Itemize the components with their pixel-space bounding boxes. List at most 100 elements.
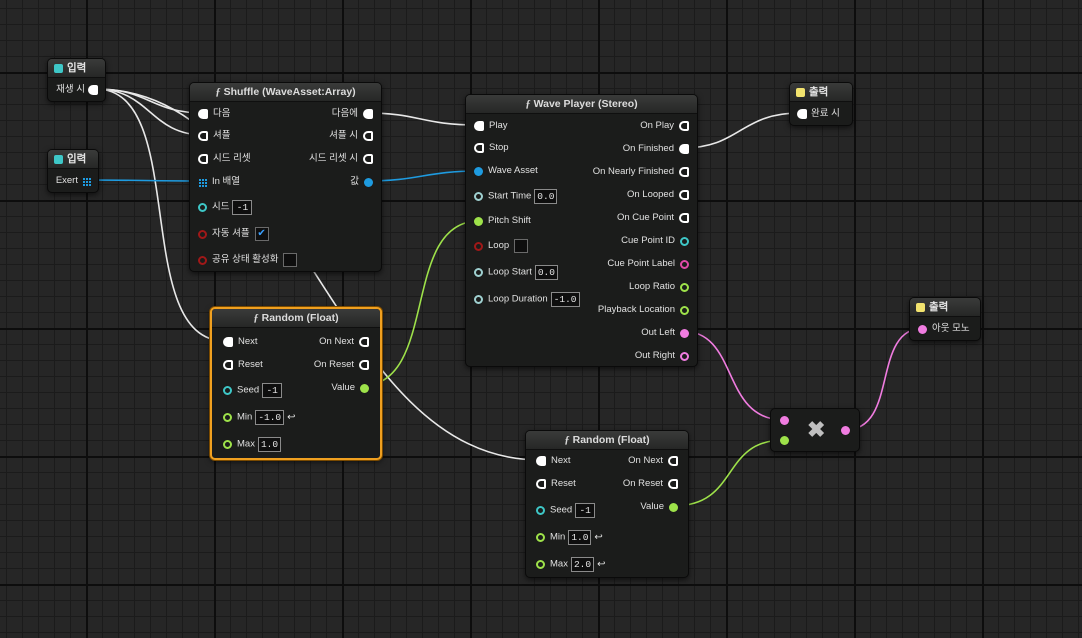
bool-pin-icon[interactable] bbox=[198, 229, 207, 239]
pin-r2-min[interactable]: Min 1.0 ↩ bbox=[536, 530, 603, 545]
exec-pin-icon[interactable] bbox=[359, 360, 369, 370]
pin-r1-seed[interactable]: Seed -1 bbox=[223, 383, 283, 398]
float-pin-icon[interactable] bbox=[223, 440, 232, 449]
pin-r2-max[interactable]: Max 2.0 ↩ bbox=[536, 557, 605, 572]
pin-shuffle-auto[interactable]: 자동 셔플 ✔ bbox=[198, 227, 269, 241]
exec-pin-icon[interactable] bbox=[88, 85, 98, 95]
pin-shuffle-next[interactable]: 다음 bbox=[198, 108, 230, 121]
pin-exert[interactable]: Exert bbox=[56, 175, 91, 188]
pin-multiply-b[interactable] bbox=[780, 435, 794, 447]
exec-pin-icon[interactable] bbox=[223, 337, 233, 347]
pin-r1-on-next[interactable]: On Next bbox=[319, 336, 369, 349]
shuffle-node[interactable]: ƒ Shuffle (WaveAsset:Array) 다음 셔플 시드 리셋 I… bbox=[189, 82, 382, 272]
reset-default-icon[interactable]: ↩ bbox=[597, 559, 605, 571]
float-pin-icon[interactable] bbox=[680, 282, 689, 292]
input-node-play[interactable]: 입력 재생 시 bbox=[47, 58, 106, 102]
exec-pin-icon[interactable] bbox=[198, 109, 208, 119]
exec-pin-icon[interactable] bbox=[668, 479, 678, 489]
seed-field[interactable]: -1 bbox=[232, 200, 253, 215]
pin-wp-out-left[interactable]: Out Left bbox=[641, 327, 689, 340]
float-pin-icon[interactable] bbox=[360, 383, 369, 393]
exec-pin-icon[interactable] bbox=[223, 360, 233, 370]
pin-wp-loop-start[interactable]: Loop Start 0.0 bbox=[474, 265, 558, 280]
audio-pin-icon[interactable] bbox=[841, 425, 850, 435]
pin-r1-reset[interactable]: Reset bbox=[223, 359, 263, 372]
seed-field[interactable]: -1 bbox=[262, 383, 283, 398]
pin-r2-on-reset[interactable]: On Reset bbox=[623, 478, 678, 491]
pin-r2-next[interactable]: Next bbox=[536, 455, 571, 468]
exec-pin-icon[interactable] bbox=[363, 109, 373, 119]
pin-multiply-out[interactable] bbox=[836, 425, 850, 437]
array-pin-icon[interactable] bbox=[82, 176, 91, 186]
pin-r2-reset[interactable]: Reset bbox=[536, 478, 576, 491]
audio-pin-icon[interactable] bbox=[780, 415, 789, 425]
pin-wp-playback-location[interactable]: Playback Location bbox=[598, 304, 689, 317]
pin-shuffle-shuffle[interactable]: 셔플 bbox=[198, 130, 230, 143]
pin-shuffle-on-reset-seed[interactable]: 시드 리셋 시 bbox=[309, 153, 373, 166]
pin-wp-on-finished[interactable]: On Finished bbox=[623, 143, 689, 156]
pin-output-finished[interactable]: 완료 시 bbox=[797, 108, 840, 121]
float-pin-icon[interactable] bbox=[669, 502, 678, 512]
pin-wp-wave-asset[interactable]: Wave Asset bbox=[474, 165, 538, 178]
time-pin-icon[interactable] bbox=[474, 268, 483, 277]
audio-pin-icon[interactable] bbox=[680, 351, 689, 361]
pin-r1-on-reset[interactable]: On Reset bbox=[314, 359, 369, 372]
pin-output-mono[interactable]: 아웃 모노 bbox=[918, 323, 970, 336]
start-time-field[interactable]: 0.0 bbox=[534, 189, 558, 204]
pin-r1-min[interactable]: Min -1.0 ↩ bbox=[223, 410, 296, 425]
wave-asset-pin-icon[interactable] bbox=[474, 166, 483, 176]
bool-pin-icon[interactable] bbox=[474, 241, 483, 251]
output-node-mono[interactable]: 출력 아웃 모노 bbox=[909, 297, 981, 341]
random-float-node-2[interactable]: ƒ Random (Float) Next Reset Seed -1 Min 1.0… bbox=[525, 430, 689, 578]
pin-r2-value[interactable]: Value bbox=[640, 501, 678, 514]
int-pin-icon[interactable] bbox=[680, 236, 689, 246]
random-float-node-1[interactable]: ƒ Random (Float) Next Reset Seed -1 Min -1.… bbox=[210, 307, 382, 460]
pin-wp-cue-point-id[interactable]: Cue Point ID bbox=[621, 235, 689, 248]
pin-r2-seed[interactable]: Seed -1 bbox=[536, 503, 596, 518]
pin-multiply-a[interactable] bbox=[780, 415, 794, 427]
float-pin-icon[interactable] bbox=[223, 413, 232, 422]
exec-pin-icon[interactable] bbox=[679, 144, 689, 154]
input-node-exert[interactable]: 입력 Exert bbox=[47, 149, 99, 193]
pin-wp-pitch-shift[interactable]: Pitch Shift bbox=[474, 215, 531, 228]
pin-shuffle-on-next[interactable]: 다음에 bbox=[332, 108, 373, 121]
exec-pin-icon[interactable] bbox=[679, 121, 689, 131]
float-pin-icon[interactable] bbox=[474, 216, 483, 226]
exec-pin-icon[interactable] bbox=[359, 337, 369, 347]
time-pin-icon[interactable] bbox=[474, 192, 483, 201]
pin-r2-on-next[interactable]: On Next bbox=[628, 455, 678, 468]
exec-pin-icon[interactable] bbox=[797, 109, 807, 119]
exec-pin-icon[interactable] bbox=[668, 456, 678, 466]
pin-shuffle-reset-seed[interactable]: 시드 리셋 bbox=[198, 153, 251, 166]
exec-pin-icon[interactable] bbox=[198, 131, 208, 141]
pin-r1-max[interactable]: Max 1.0 bbox=[223, 437, 282, 452]
multiply-node[interactable]: ✖ bbox=[770, 408, 860, 452]
pin-wp-on-nearly-finished[interactable]: On Nearly Finished bbox=[593, 166, 689, 179]
shared-state-checkbox[interactable] bbox=[283, 253, 298, 267]
pin-shuffle-value[interactable]: 값 bbox=[350, 176, 373, 189]
audio-pin-icon[interactable] bbox=[918, 324, 927, 334]
seed-field[interactable]: -1 bbox=[575, 503, 596, 518]
exec-pin-icon[interactable] bbox=[679, 213, 689, 223]
min-field[interactable]: 1.0 bbox=[568, 530, 592, 545]
exec-pin-icon[interactable] bbox=[363, 131, 373, 141]
output-node-finished[interactable]: 출력 완료 시 bbox=[789, 82, 853, 126]
pin-wp-on-play[interactable]: On Play bbox=[640, 120, 689, 133]
bool-pin-icon[interactable] bbox=[198, 255, 207, 265]
pin-shuffle-seed[interactable]: 시드 -1 bbox=[198, 200, 253, 215]
pin-wp-loop[interactable]: Loop bbox=[474, 239, 529, 253]
exec-pin-icon[interactable] bbox=[198, 154, 208, 164]
float-pin-icon[interactable] bbox=[680, 305, 689, 315]
pin-wp-loop-ratio[interactable]: Loop Ratio bbox=[629, 281, 689, 294]
exec-pin-icon[interactable] bbox=[474, 121, 484, 131]
max-field[interactable]: 2.0 bbox=[570, 557, 595, 572]
pin-wp-stop[interactable]: Stop bbox=[474, 142, 509, 155]
audio-pin-icon[interactable] bbox=[680, 328, 689, 338]
reset-default-icon[interactable]: ↩ bbox=[287, 412, 295, 424]
reset-default-icon[interactable]: ↩ bbox=[594, 532, 602, 544]
float-pin-icon[interactable] bbox=[780, 435, 789, 445]
exec-pin-icon[interactable] bbox=[363, 154, 373, 164]
float-pin-icon[interactable] bbox=[536, 560, 545, 569]
pin-r1-next[interactable]: Next bbox=[223, 336, 258, 349]
wave-asset-pin-icon[interactable] bbox=[364, 177, 373, 187]
